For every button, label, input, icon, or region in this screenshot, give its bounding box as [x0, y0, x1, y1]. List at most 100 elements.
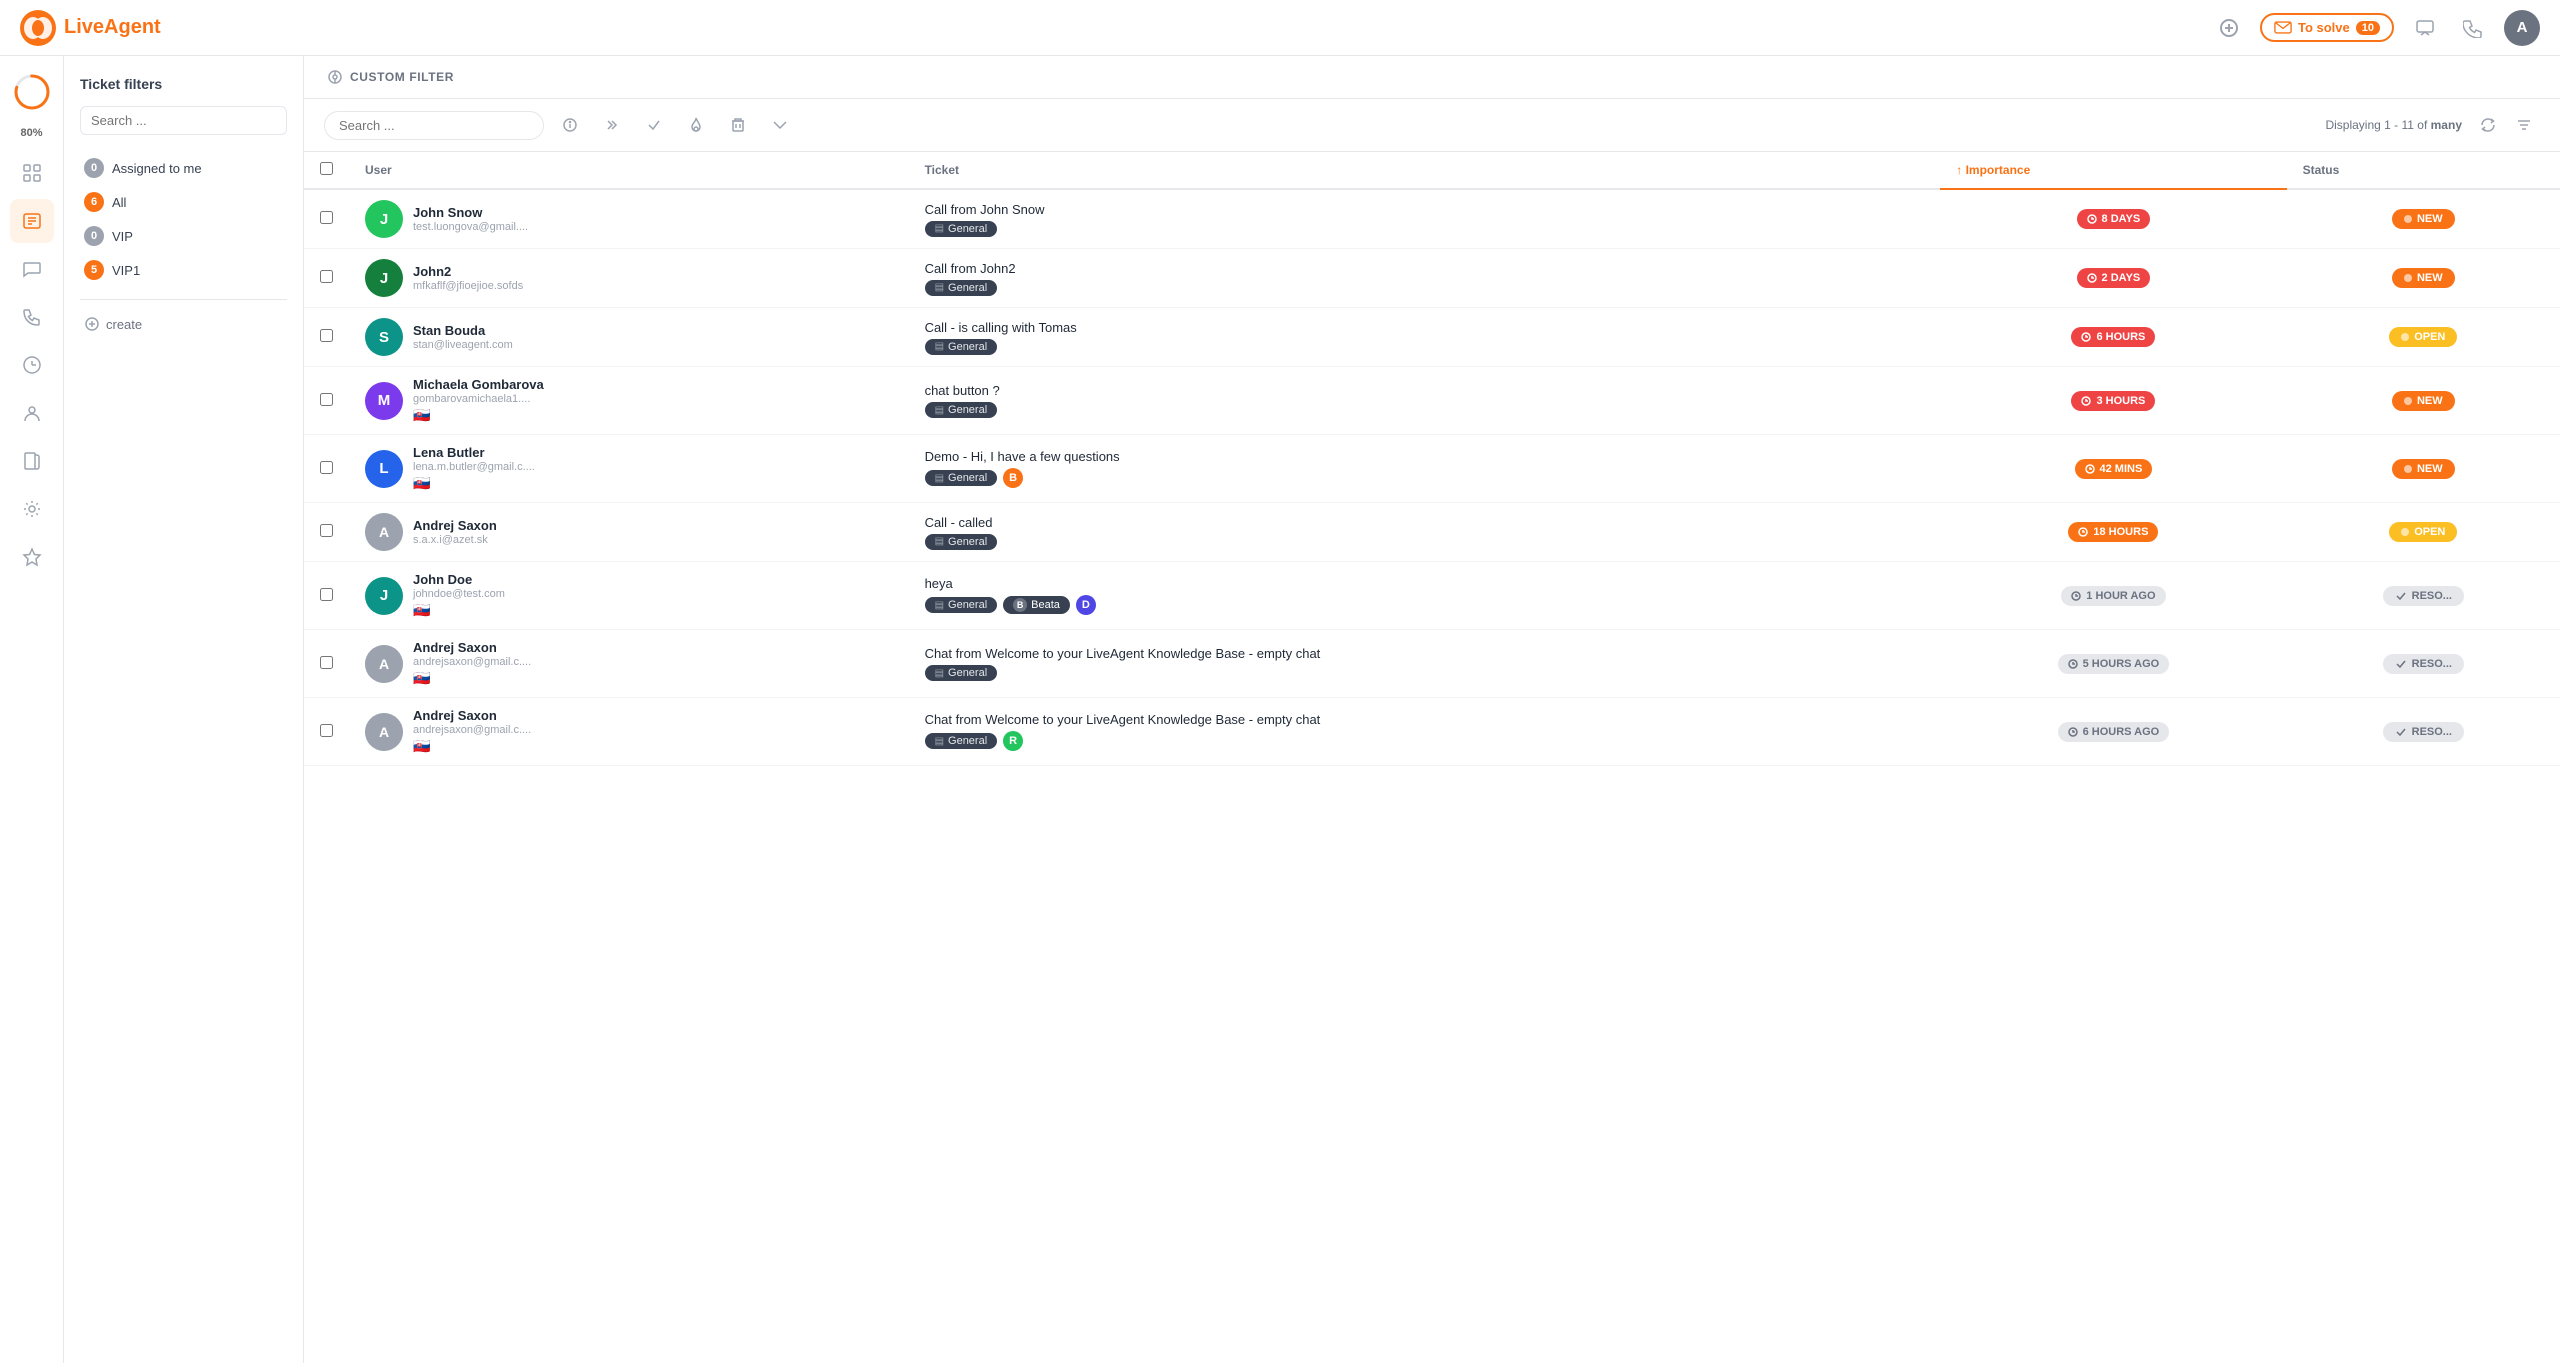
user-info: Lena Butler lena.m.butler@gmail.c.... 🇸🇰	[413, 445, 535, 492]
ticket-info: heya ▤GeneralBBeataD	[925, 576, 1525, 615]
ticket-tag-b: B	[1003, 468, 1023, 488]
row-checkbox[interactable]	[320, 461, 333, 474]
knowledgebase-icon-btn[interactable]	[10, 439, 54, 483]
reports-icon-btn[interactable]	[10, 343, 54, 387]
table-row[interactable]: J John2 mfkaflf@jfioejioe.sofds Call fro…	[304, 249, 2560, 308]
row-checkbox[interactable]	[320, 588, 333, 601]
user-email: andrejsaxon@gmail.c....	[413, 724, 531, 736]
ticket-tag: ▤General	[925, 470, 998, 486]
content-header: CUSTOM FILTER	[304, 56, 2560, 99]
table-row[interactable]: L Lena Butler lena.m.butler@gmail.c.... …	[304, 435, 2560, 503]
row-checkbox[interactable]	[320, 329, 333, 342]
ticket-tag-d: D	[1076, 595, 1096, 615]
row-checkbox[interactable]	[320, 270, 333, 283]
user-avatar-button[interactable]: A	[2504, 10, 2540, 46]
row-checkbox[interactable]	[320, 524, 333, 537]
row-checkbox[interactable]	[320, 393, 333, 406]
table-row[interactable]: S Stan Bouda stan@liveagent.com Call - i…	[304, 308, 2560, 367]
ticket-tag: ▤General	[925, 665, 998, 681]
user-name: John2	[413, 264, 523, 279]
filter-sidebar: Ticket filters 0 Assigned to me 6 All 0 …	[64, 56, 304, 1363]
info-icon-btn[interactable]	[554, 109, 586, 141]
status-dot	[2404, 397, 2412, 405]
create-filter-button[interactable]: create	[80, 312, 287, 336]
ticket-tags: ▤General	[925, 280, 1525, 296]
status-badge: RESO...	[2383, 722, 2464, 742]
fire-icon-btn[interactable]	[680, 109, 712, 141]
filter-search-input[interactable]	[80, 106, 287, 135]
user-email: s.a.x.i@azet.sk	[413, 534, 497, 546]
filter-item-vip[interactable]: 0 VIP	[80, 219, 287, 253]
filter-title: Ticket filters	[80, 76, 287, 92]
clock-icon	[2071, 591, 2081, 601]
table-row[interactable]: J John Snow test.luongova@gmail.... Call…	[304, 189, 2560, 249]
header-user: User	[349, 152, 909, 189]
all-badge: 6	[84, 192, 104, 212]
filter-icon-btn[interactable]	[2508, 109, 2540, 141]
contacts-icon-btn[interactable]	[10, 391, 54, 435]
user-info: Andrej Saxon s.a.x.i@azet.sk	[413, 518, 497, 546]
starred-icon-btn[interactable]	[10, 535, 54, 579]
more-icon-btn[interactable]	[764, 109, 796, 141]
delete-icon-btn[interactable]	[722, 109, 754, 141]
chat-nav-button[interactable]	[2408, 11, 2442, 45]
table-row[interactable]: A Andrej Saxon andrejsaxon@gmail.c.... 🇸…	[304, 698, 2560, 766]
tickets-icon-btn[interactable]	[10, 199, 54, 243]
ticket-tag: ▤General	[925, 597, 998, 613]
filter-settings-icon	[328, 70, 342, 84]
status-badge: OPEN	[2389, 327, 2457, 347]
time-badge: 5 HOURS AGO	[2058, 654, 2170, 674]
time-badge: 18 HOURS	[2068, 522, 2158, 542]
user-email: stan@liveagent.com	[413, 339, 513, 351]
dashboard-icon-btn[interactable]	[10, 151, 54, 195]
user-avatar: L	[365, 450, 403, 488]
ticket-title: Call from John Snow	[925, 202, 1525, 217]
table-row[interactable]: J John Doe johndoe@test.com 🇸🇰 heya ▤Gen…	[304, 562, 2560, 630]
table-row[interactable]: A Andrej Saxon s.a.x.i@azet.sk Call - ca…	[304, 503, 2560, 562]
add-button[interactable]	[2212, 11, 2246, 45]
user-cell: M Michaela Gombarova gombarovamichaela1.…	[365, 377, 893, 424]
user-flag: 🇸🇰	[413, 738, 531, 755]
assigned-badge: 0	[84, 158, 104, 178]
select-all-checkbox[interactable]	[320, 162, 333, 175]
progress-label: 80%	[20, 127, 42, 139]
resolve-icon-btn[interactable]	[638, 109, 670, 141]
phone-nav-button[interactable]	[2456, 11, 2490, 45]
ticket-title: Chat from Welcome to your LiveAgent Know…	[925, 646, 1525, 661]
user-cell: S Stan Bouda stan@liveagent.com	[365, 318, 893, 356]
ticket-search-input[interactable]	[324, 111, 544, 140]
ticket-title: Call - is calling with Tomas	[925, 320, 1525, 335]
settings-icon-btn[interactable]	[10, 487, 54, 531]
forward-icon-btn[interactable]	[596, 109, 628, 141]
vip-badge: 0	[84, 226, 104, 246]
filter-item-all[interactable]: 6 All	[80, 185, 287, 219]
user-info: John2 mfkaflf@jfioejioe.sofds	[413, 264, 523, 292]
ticket-info: Call - is calling with Tomas ▤General	[925, 320, 1525, 355]
clock-icon	[2081, 396, 2091, 406]
time-badge: 2 DAYS	[2077, 268, 2151, 288]
user-cell: A Andrej Saxon s.a.x.i@azet.sk	[365, 513, 893, 551]
calls-icon-btn[interactable]	[10, 295, 54, 339]
user-cell: A Andrej Saxon andrejsaxon@gmail.c.... 🇸…	[365, 708, 893, 755]
table-row[interactable]: A Andrej Saxon andrejsaxon@gmail.c.... 🇸…	[304, 630, 2560, 698]
refresh-icon-btn[interactable]	[2472, 109, 2504, 141]
ticket-tag: ▤General	[925, 221, 998, 237]
table-row[interactable]: M Michaela Gombarova gombarovamichaela1.…	[304, 367, 2560, 435]
time-badge: 3 HOURS	[2071, 391, 2155, 411]
chat-icon-btn[interactable]	[10, 247, 54, 291]
row-checkbox[interactable]	[320, 724, 333, 737]
user-cell: J John Doe johndoe@test.com 🇸🇰	[365, 572, 893, 619]
logo[interactable]: LiveAgent	[20, 10, 161, 46]
header-ticket: Ticket	[909, 152, 1941, 189]
row-checkbox[interactable]	[320, 656, 333, 669]
header-status: Status	[2287, 152, 2560, 189]
filter-item-vip1[interactable]: 5 VIP1	[80, 253, 287, 287]
row-checkbox[interactable]	[320, 211, 333, 224]
user-avatar: A	[365, 713, 403, 751]
to-solve-button[interactable]: To solve 10	[2260, 13, 2394, 42]
create-icon	[84, 316, 100, 332]
filter-item-assigned[interactable]: 0 Assigned to me	[80, 151, 287, 185]
status-dot	[2401, 333, 2409, 341]
ticket-tag: ▤General	[925, 733, 998, 749]
ticket-tags: ▤GeneralR	[925, 731, 1525, 751]
